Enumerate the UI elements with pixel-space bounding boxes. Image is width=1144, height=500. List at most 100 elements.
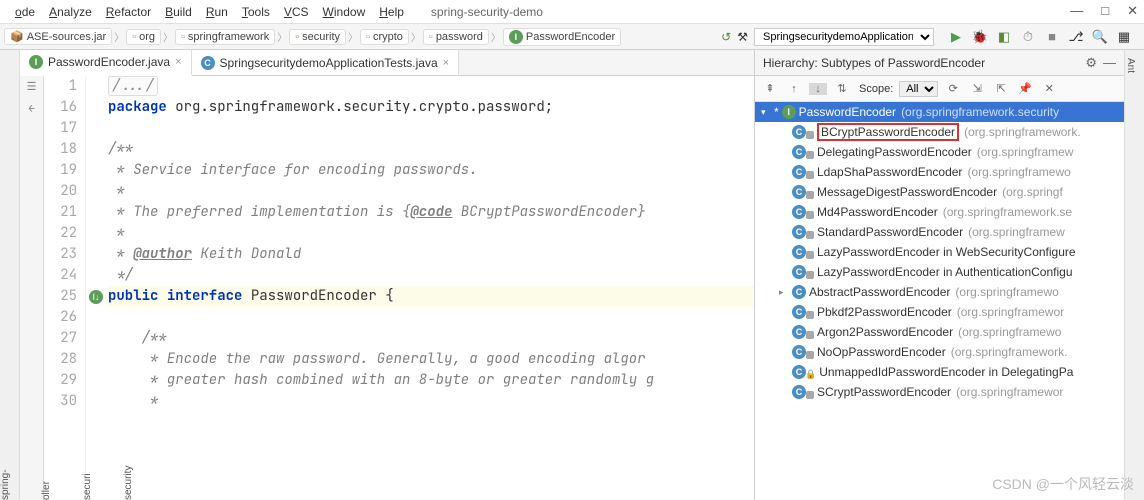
tree-node-UnmappedIdPasswordEncoder in DelegatingPa[interactable]: C🔒 UnmappedIdPasswordEncoder in Delegati…	[755, 362, 1124, 382]
hierarchy-title: Hierarchy: Subtypes of PasswordEncoder	[763, 56, 1079, 70]
left-tab-3[interactable]: securi	[82, 56, 93, 500]
close-button[interactable]: ✕	[1127, 3, 1138, 19]
left-tab-1[interactable]: spring-	[0, 56, 11, 500]
breadcrumb-ASE-sources.jar[interactable]: 📦ASE-sources.jar	[4, 28, 112, 45]
tree-node-NoOpPasswordEncoder[interactable]: C NoOpPasswordEncoder (org.springframewo…	[755, 342, 1124, 362]
structure-icon[interactable]: ☰	[27, 80, 37, 94]
menu-build[interactable]: Build	[158, 3, 199, 21]
tree-node-LazyPasswordEncoder in WebSecurityConfigure[interactable]: C LazyPasswordEncoder in WebSecurityConf…	[755, 242, 1124, 262]
tree-node-StandardPasswordEncoder[interactable]: C StandardPasswordEncoder (org.springfra…	[755, 222, 1124, 242]
tree-node-BCryptPasswordEncoder[interactable]: C BCryptPasswordEncoder (org.springframe…	[755, 122, 1124, 142]
menu-refactor[interactable]: Refactor	[99, 3, 158, 21]
search-icon[interactable]: 🔍	[1092, 29, 1108, 45]
tree-node-LazyPasswordEncoder in AuthenticationConfigu[interactable]: C LazyPasswordEncoder in AuthenticationC…	[755, 262, 1124, 282]
close-tab-icon[interactable]: ×	[175, 56, 181, 68]
right-tab-ant[interactable]: Ant	[1125, 58, 1136, 500]
debug-icon[interactable]: 🐞	[972, 29, 988, 45]
nav-bar: 📦ASE-sources.jar〉▫org〉▫springframework〉▫…	[0, 24, 1144, 50]
window-controls: — □ ✕	[1070, 3, 1138, 19]
final-badge-icon	[806, 271, 814, 279]
coverage-icon[interactable]: ◧	[996, 29, 1012, 45]
breadcrumb-password[interactable]: ▫password	[423, 29, 489, 45]
final-badge-icon	[806, 131, 814, 139]
breadcrumb-org[interactable]: ▫org	[126, 29, 161, 45]
scope-select[interactable]: All	[899, 81, 938, 97]
code-editor[interactable]: /.../package org.springframework.securit…	[106, 76, 754, 500]
final-badge-icon	[806, 391, 814, 399]
final-badge-icon	[806, 311, 814, 319]
back-icon[interactable]: ←	[28, 102, 35, 116]
run-icon[interactable]: ▶	[948, 29, 964, 45]
tree-node-PasswordEncoder[interactable]: ▾*I PasswordEncoder (org.springframework…	[755, 102, 1124, 122]
tree-node-SCryptPasswordEncoder[interactable]: C SCryptPasswordEncoder (org.springframe…	[755, 382, 1124, 402]
menu-window[interactable]: Window	[316, 3, 373, 21]
profile-icon[interactable]: ⏱	[1020, 29, 1036, 45]
menu-tools[interactable]: Tools	[235, 3, 277, 21]
supertype-icon[interactable]: ↑	[785, 83, 803, 95]
gear-icon[interactable]: ⚙	[1085, 55, 1097, 71]
menu-help[interactable]: Help	[372, 3, 411, 21]
right-tool-stripe: Ant Database Maven Hierarchy	[1124, 50, 1144, 500]
class-icon: C	[792, 245, 806, 259]
tree-node-LdapShaPasswordEncoder[interactable]: C LdapShaPasswordEncoder (org.springfram…	[755, 162, 1124, 182]
menu-analyze[interactable]: Analyze	[42, 3, 99, 21]
final-badge-icon	[806, 351, 814, 359]
build-icon[interactable]: ↺	[721, 30, 731, 44]
tree-node-Pbkdf2PasswordEncoder[interactable]: C Pbkdf2PasswordEncoder (org.springframe…	[755, 302, 1124, 322]
tab-SpringsecuritydemoApplicationTests.java[interactable]: CSpringsecuritydemoApplicationTests.java…	[192, 50, 460, 75]
class-icon: C	[792, 305, 806, 319]
close-panel-icon[interactable]: ✕	[1040, 82, 1058, 95]
subtype-icon[interactable]: ↓	[809, 83, 827, 95]
menu-run[interactable]: Run	[199, 3, 235, 21]
menu-vcs[interactable]: VCS	[277, 3, 316, 21]
class-hierarchy-icon[interactable]: ⇞	[761, 82, 779, 95]
left-tab-2[interactable]: oller	[41, 56, 52, 500]
class-icon: C	[792, 165, 806, 179]
class-icon: C	[792, 145, 806, 159]
class-icon: C	[792, 365, 806, 379]
tree-node-AbstractPasswordEncoder[interactable]: ▸C AbstractPasswordEncoder (org.springfr…	[755, 282, 1124, 302]
tree-node-MessageDigestPasswordEncoder[interactable]: C MessageDigestPasswordEncoder (org.spri…	[755, 182, 1124, 202]
breadcrumb-springframework[interactable]: ▫springframework	[175, 29, 275, 45]
git-icon[interactable]: ⎇	[1068, 29, 1084, 45]
final-badge-icon	[806, 251, 814, 259]
final-badge-icon	[806, 211, 814, 219]
breadcrumb-security[interactable]: ▫security	[289, 29, 346, 45]
tree-node-Argon2PasswordEncoder[interactable]: C Argon2PasswordEncoder (org.springframe…	[755, 322, 1124, 342]
settings-icon[interactable]: ▦	[1116, 29, 1132, 45]
maximize-button[interactable]: □	[1101, 3, 1109, 19]
menu-bar: odeAnalyzeRefactorBuildRunToolsVCSWindow…	[0, 0, 1144, 24]
expand-icon[interactable]: ⇱	[992, 82, 1010, 95]
hide-icon[interactable]: —	[1103, 55, 1116, 70]
hierarchy-tree[interactable]: ▾*I PasswordEncoder (org.springframework…	[755, 102, 1124, 500]
sort-icon[interactable]: ⇅	[833, 82, 851, 95]
final-badge-icon	[806, 151, 814, 159]
final-badge-icon	[806, 331, 814, 339]
final-badge-icon	[806, 171, 814, 179]
class-icon: C	[792, 345, 806, 359]
left-tool-stripe: spring- oller securi security	[0, 50, 20, 500]
class-icon: C	[792, 385, 806, 399]
breadcrumb-PasswordEncoder[interactable]: IPasswordEncoder	[503, 28, 621, 46]
pin-icon[interactable]: 📌	[1016, 82, 1034, 95]
class-icon: C	[792, 205, 806, 219]
class-icon: C	[792, 185, 806, 199]
tree-node-Md4PasswordEncoder[interactable]: C Md4PasswordEncoder (org.springframewor…	[755, 202, 1124, 222]
minimize-button[interactable]: —	[1070, 3, 1083, 19]
editor-tabs: IPasswordEncoder.java×CSpringsecuritydem…	[20, 50, 754, 76]
refresh-icon[interactable]: ⟳	[944, 82, 962, 95]
left-tab-security[interactable]: security	[123, 146, 134, 500]
final-badge-icon	[806, 231, 814, 239]
menu-ode[interactable]: ode	[8, 3, 42, 21]
scope-label: Scope:	[859, 83, 893, 95]
run-config-select[interactable]: SpringsecuritydemoApplication	[754, 28, 934, 46]
breadcrumb-crypto[interactable]: ▫crypto	[360, 29, 409, 45]
stop-icon[interactable]: ■	[1044, 29, 1060, 45]
autoscroll-icon[interactable]: ⇲	[968, 82, 986, 95]
tree-node-DelegatingPasswordEncoder[interactable]: C DelegatingPasswordEncoder (org.springf…	[755, 142, 1124, 162]
class-icon: C	[792, 125, 806, 139]
class-icon: C	[792, 285, 806, 299]
hierarchy-panel: Hierarchy: Subtypes of PasswordEncoder ⚙…	[754, 50, 1124, 500]
close-tab-icon[interactable]: ×	[443, 57, 449, 69]
hammer-icon[interactable]: ⚒	[737, 30, 748, 44]
